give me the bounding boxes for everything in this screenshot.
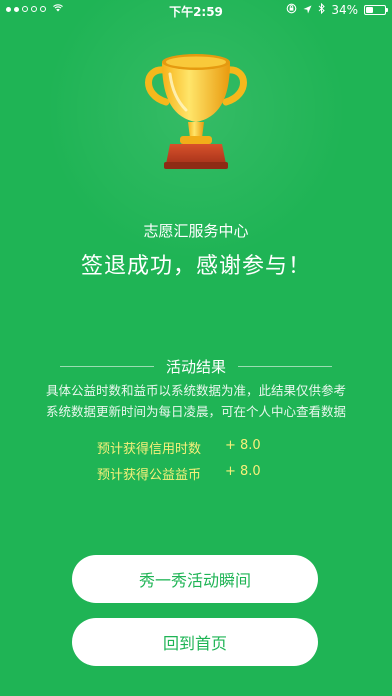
credit-hours-label: 预计获得信用时数 <box>97 442 202 457</box>
coins-label: 预计获得公益益币 <box>97 468 202 483</box>
result-section-title: 活动结果 <box>0 356 392 377</box>
result-description: 具体公益时数和益币以系统数据为准，此结果仅供参考 系统数据更新时间为每日凌晨，可… <box>0 380 392 422</box>
status-icons: 34% <box>286 2 388 17</box>
coins-row: 预计获得公益益币 + 8.0 <box>97 464 261 483</box>
status-bar: 下午2:59 34% <box>0 0 392 20</box>
description-line: 系统数据更新时间为每日凌晨，可在个人中心查看数据 <box>45 404 346 419</box>
success-message: 签退成功，感谢参与！ <box>80 254 311 279</box>
trophy-icon <box>136 40 256 180</box>
back-home-button[interactable]: 回到首页 <box>72 618 318 666</box>
divider-left <box>59 366 154 367</box>
battery-icon <box>364 5 388 15</box>
divider-right <box>238 366 332 367</box>
location-arrow-icon <box>303 3 312 17</box>
bluetooth-icon <box>318 2 326 17</box>
battery-percent: 34% <box>331 3 358 17</box>
credit-hours-row: 预计获得信用时数 + 8.0 <box>97 438 261 457</box>
result-title: 活动结果 <box>165 358 226 376</box>
orientation-lock-icon <box>286 3 297 17</box>
coins-value: + 8.0 <box>225 464 261 479</box>
organization-name: 志愿汇服务中心 <box>143 222 249 240</box>
share-moment-button[interactable]: 秀一秀活动瞬间 <box>72 555 318 603</box>
credit-hours-value: + 8.0 <box>225 438 261 453</box>
description-line: 具体公益时数和益币以系统数据为准，此结果仅供参考 <box>45 383 346 398</box>
